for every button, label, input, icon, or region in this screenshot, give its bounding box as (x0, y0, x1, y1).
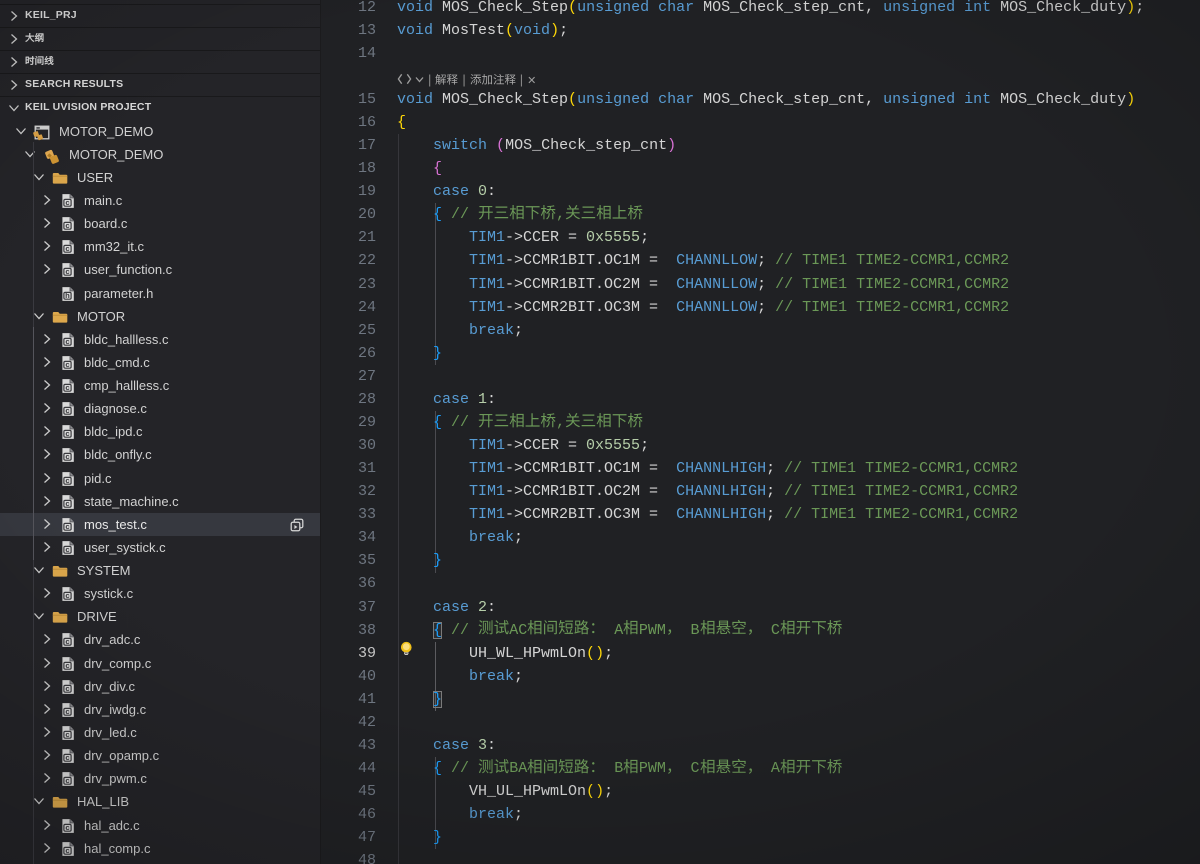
svg-text:c: c (65, 661, 69, 670)
svg-text:c: c (65, 499, 69, 508)
svg-text:c: c (65, 360, 69, 369)
svg-text:c: c (65, 221, 69, 230)
svg-text:c: c (65, 846, 69, 855)
svg-text:c: c (65, 383, 69, 392)
svg-text:c: c (65, 776, 69, 785)
svg-text:c: c (65, 198, 69, 207)
svg-text:c: c (65, 638, 69, 647)
svg-text:h: h (65, 291, 70, 300)
svg-text:c: c (65, 406, 69, 415)
svg-text:c: c (65, 476, 69, 485)
svg-text:c: c (65, 429, 69, 438)
svg-text:c: c (65, 707, 69, 716)
svg-text:c: c (65, 337, 69, 346)
svg-text:c: c (65, 591, 69, 600)
svg-text:c: c (65, 684, 69, 693)
svg-text:c: c (65, 244, 69, 253)
svg-text:c: c (65, 753, 69, 762)
svg-text:c: c (65, 453, 69, 462)
svg-text:c: c (65, 522, 69, 531)
svg-text:c: c (65, 730, 69, 739)
svg-text:c: c (65, 267, 69, 276)
svg-text:c: c (65, 545, 69, 554)
svg-text:c: c (65, 823, 69, 832)
